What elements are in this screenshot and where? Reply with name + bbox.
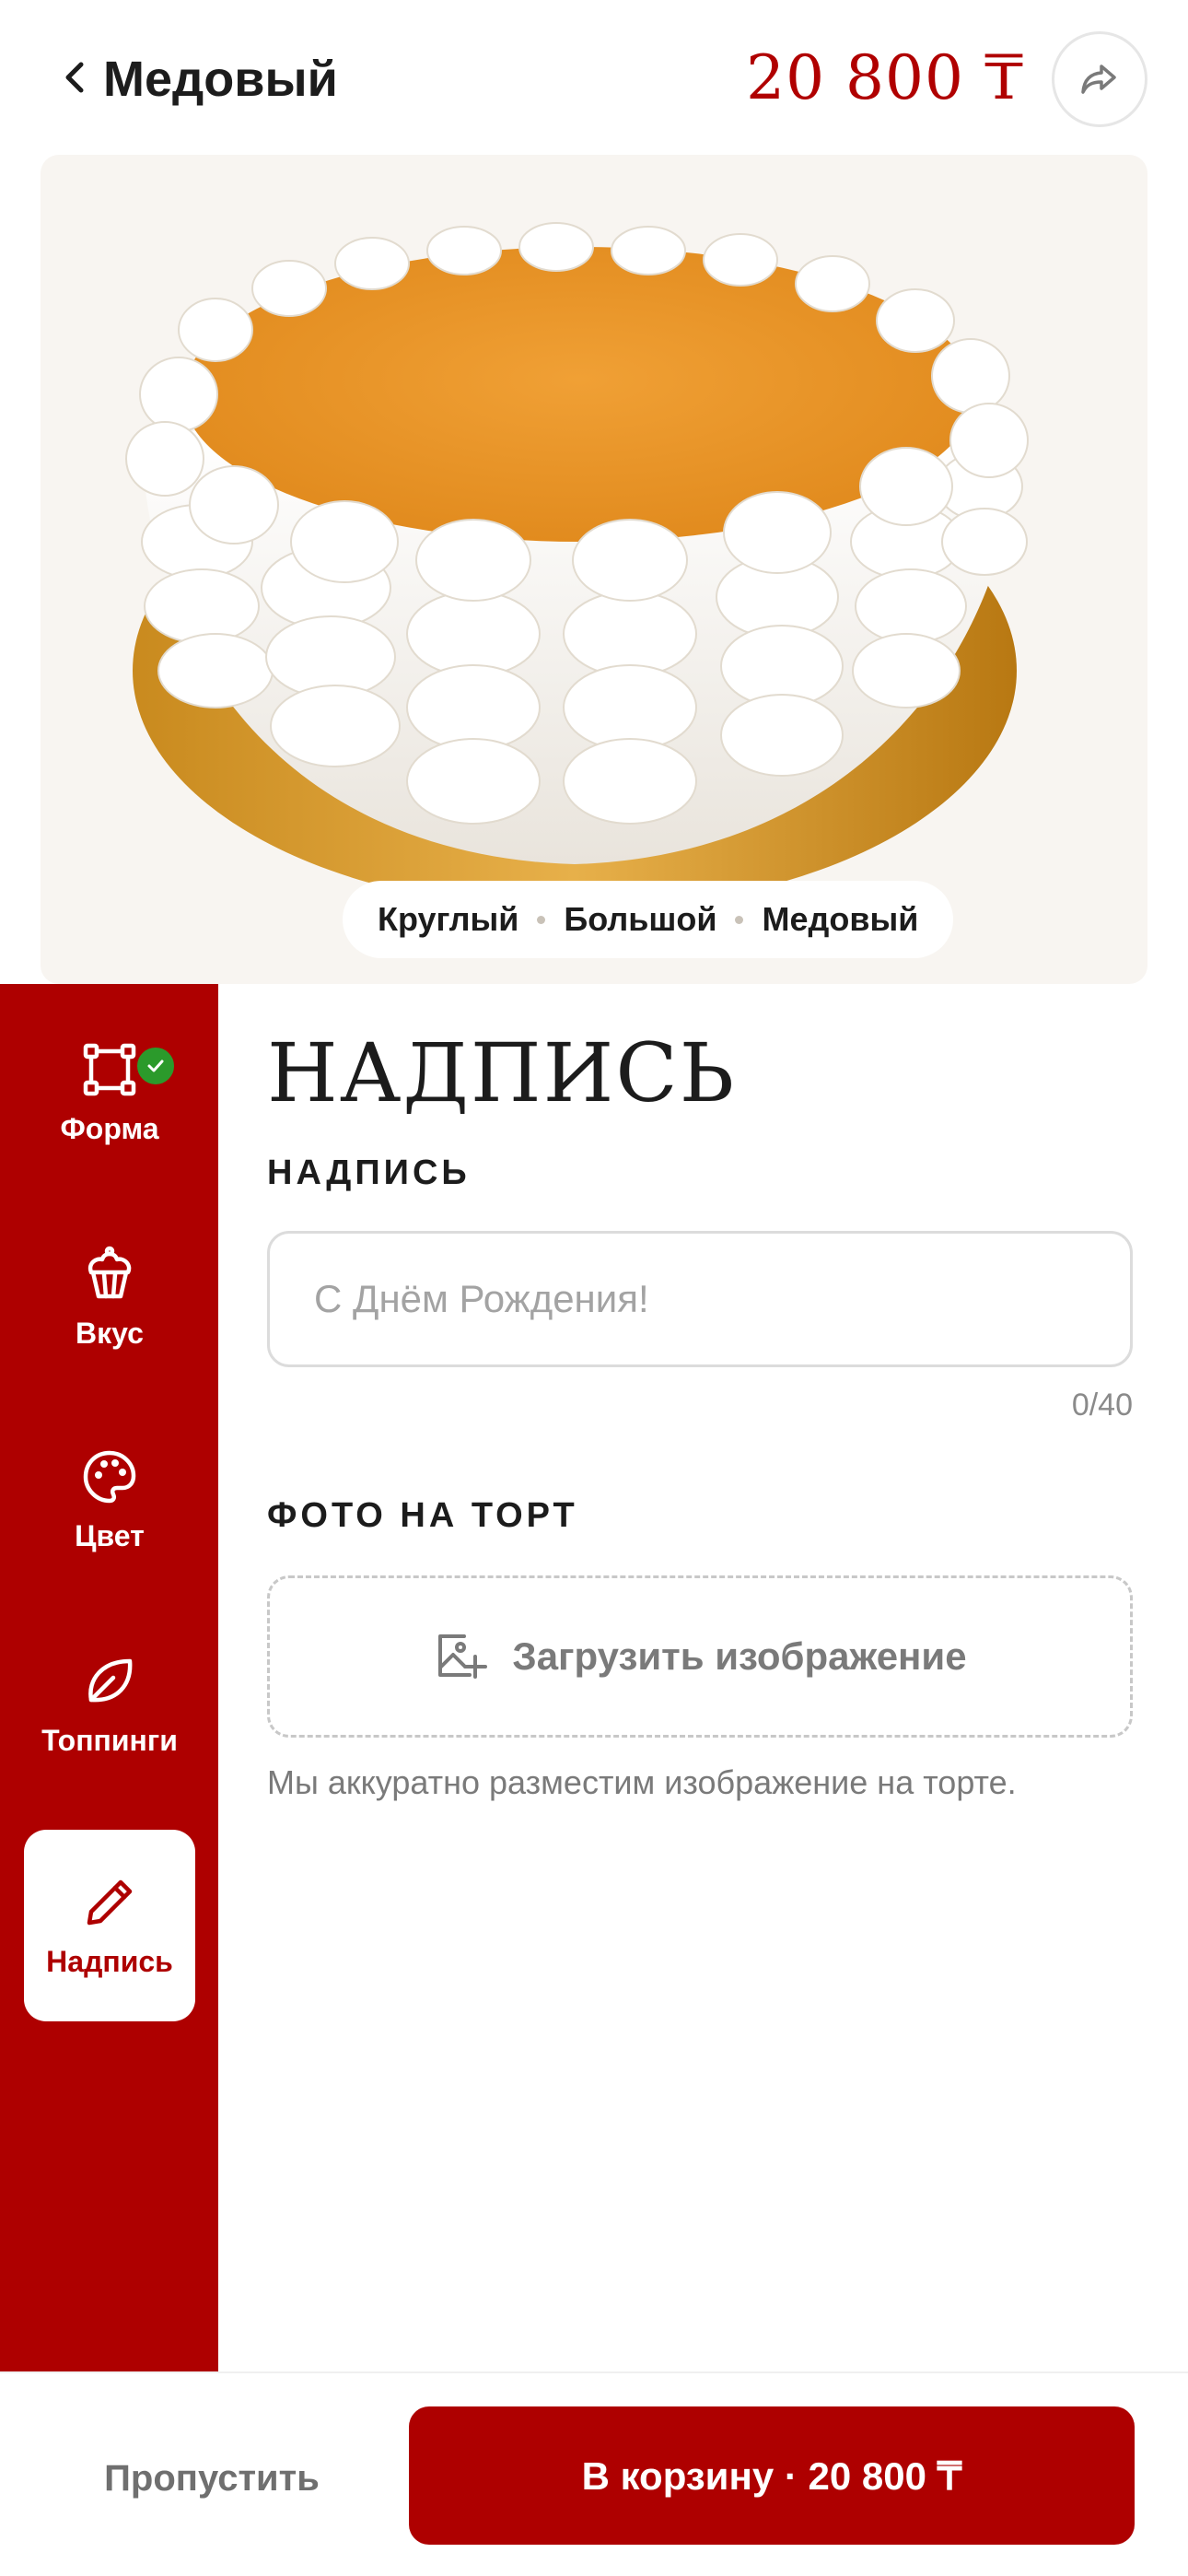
- character-counter: 0/40: [1071, 1388, 1133, 1423]
- sidebar-item-label: Вкус: [76, 1316, 144, 1350]
- sidebar-item-shape[interactable]: Форма: [24, 997, 195, 1188]
- sidebar-item-label: Форма: [60, 1111, 159, 1145]
- inscription-input[interactable]: [267, 1231, 1133, 1367]
- chip-shape: Круглый: [378, 900, 519, 938]
- photo-label: ФОТО НА ТОРТ: [267, 1496, 578, 1535]
- skip-button[interactable]: Пропустить: [55, 2414, 368, 2543]
- sidebar-item-label: Надпись: [46, 1944, 173, 1978]
- section-title: НАДПИСЬ: [267, 1025, 737, 1120]
- sidebar-item-color[interactable]: Цвет: [24, 1404, 195, 1596]
- sidebar-item-flavor[interactable]: Вкус: [24, 1201, 195, 1393]
- sidebar-item-toppings[interactable]: Топпинги: [24, 1609, 195, 1800]
- step-sidebar: Форма Вкус Цвет Топпинги Надпись: [0, 984, 218, 2371]
- sidebar-item-inscription[interactable]: Надпись: [24, 1830, 195, 2021]
- cupcake-icon: [87, 1246, 132, 1298]
- chevron-left-icon: [65, 62, 84, 93]
- inscription-label: НАДПИСЬ: [267, 1153, 471, 1192]
- share-arrow-icon: [1081, 64, 1116, 94]
- upload-label: Загрузить изображение: [512, 1634, 967, 1678]
- cake-image: [125, 222, 1029, 910]
- product-image-card: Круглый Большой Медовый: [41, 155, 1147, 984]
- page-title: Медовый: [103, 52, 338, 107]
- completed-check-icon: [134, 1045, 177, 1087]
- shape-frame-icon: [83, 1043, 136, 1095]
- pencil-icon: [87, 1879, 133, 1925]
- header-price: 20 800 ₸: [746, 42, 1024, 113]
- separator-dot: [537, 915, 546, 924]
- sidebar-item-label: Топпинги: [41, 1723, 178, 1757]
- top-bar: Медовый 20 800 ₸: [0, 0, 1188, 157]
- separator-dot: [735, 915, 744, 924]
- option-summary-chips: Круглый Большой Медовый: [343, 881, 954, 958]
- upload-image-button[interactable]: Загрузить изображение: [267, 1575, 1133, 1738]
- share-button[interactable]: [1052, 31, 1147, 127]
- add-to-cart-button[interactable]: В корзину · 20 800 ₸: [409, 2406, 1135, 2545]
- leaf-icon: [88, 1658, 133, 1702]
- back-button[interactable]: [46, 48, 105, 107]
- bottom-action-bar: Пропустить В корзину · 20 800 ₸: [0, 2371, 1188, 2576]
- chip-flavor: Медовый: [762, 900, 919, 938]
- sidebar-item-label: Цвет: [75, 1518, 145, 1552]
- palette-icon: [83, 1450, 136, 1503]
- add-image-icon: [438, 1634, 488, 1679]
- upload-hint: Мы аккуратно разместим изображение на то…: [267, 1763, 1017, 1801]
- chip-size: Большой: [564, 900, 717, 938]
